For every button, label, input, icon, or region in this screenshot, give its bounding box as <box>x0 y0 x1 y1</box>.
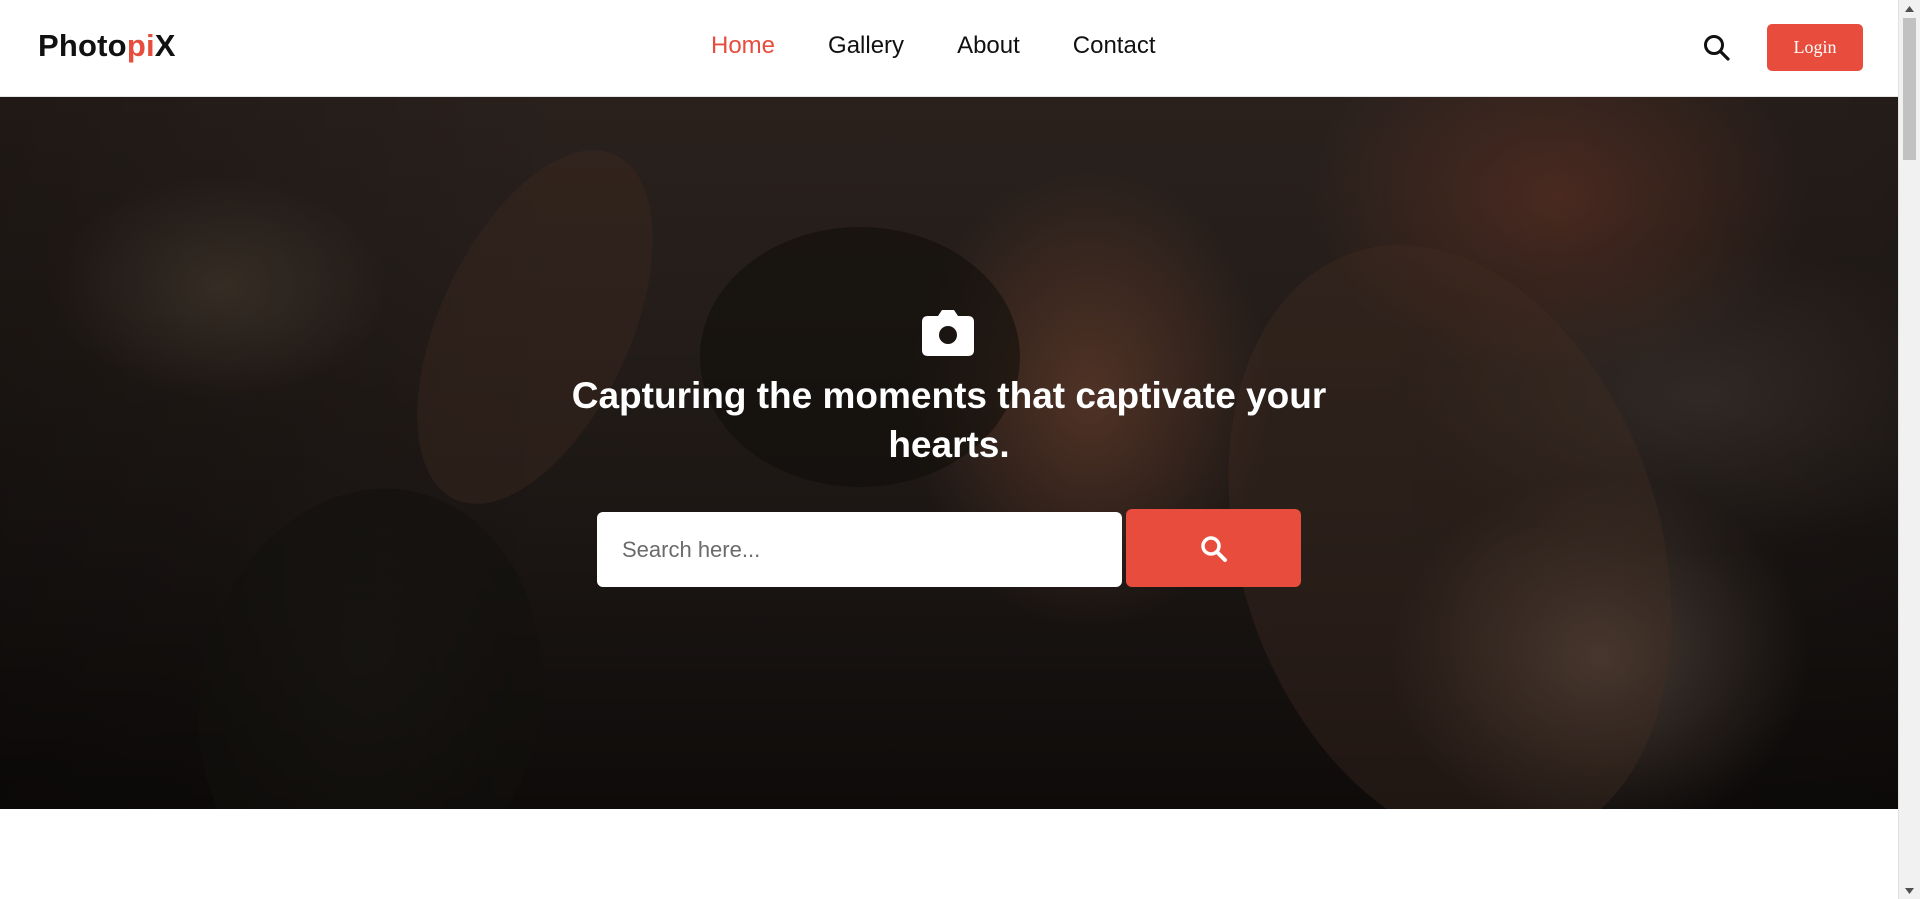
scroll-up-arrow-icon[interactable] <box>1899 0 1920 17</box>
search-input[interactable] <box>597 512 1122 587</box>
logo-text-part3: X <box>154 28 176 63</box>
search-icon[interactable] <box>1702 33 1732 63</box>
page-scrollbar[interactable] <box>1898 0 1920 899</box>
site-header: PhotopiX Home Gallery About Contact Logi… <box>0 0 1898 97</box>
camera-icon <box>922 310 974 356</box>
main-nav: Home Gallery About Contact <box>711 32 1209 60</box>
scroll-down-arrow-icon[interactable] <box>1899 882 1920 899</box>
hero-section: Capturing the moments that captivate you… <box>0 97 1898 809</box>
nav-link-home[interactable]: Home <box>711 32 775 60</box>
logo-text-part1: Photo <box>38 28 127 63</box>
hero-content: Capturing the moments that captivate you… <box>0 97 1898 809</box>
login-button[interactable]: Login <box>1767 24 1863 71</box>
logo[interactable]: PhotopiX <box>38 28 176 64</box>
nav-link-about[interactable]: About <box>957 32 1020 60</box>
nav-link-gallery[interactable]: Gallery <box>828 32 904 60</box>
nav-link-contact[interactable]: Contact <box>1073 32 1156 60</box>
hero-title: Capturing the moments that captivate you… <box>571 375 1327 465</box>
search-button[interactable] <box>1126 509 1301 587</box>
scrollbar-thumb[interactable] <box>1903 18 1916 160</box>
logo-text-accent: pi <box>126 28 155 63</box>
search-icon <box>1201 536 1227 562</box>
